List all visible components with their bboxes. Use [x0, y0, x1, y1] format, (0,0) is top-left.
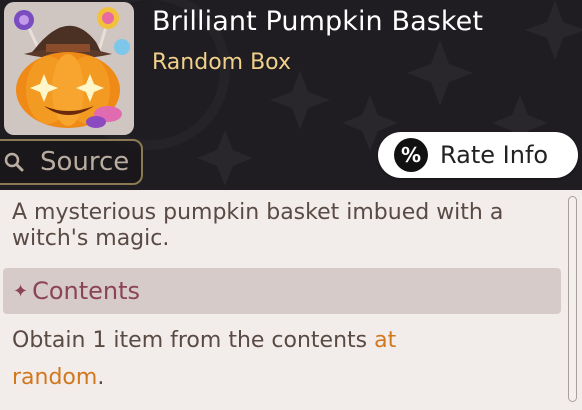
contents-text: Obtain 1 item from the contents: [12, 328, 375, 353]
contents-section-header: ✦ Contents: [3, 268, 561, 314]
item-description: A mysterious pumpkin basket imbued with …: [12, 200, 504, 251]
item-details-panel: A mysterious pumpkin basket imbued with …: [0, 190, 582, 410]
pumpkin-basket-icon: [14, 7, 130, 128]
item-type: Random Box: [152, 50, 291, 75]
source-label: Source: [40, 147, 130, 177]
item-header: Brilliant Pumpkin Basket Random Box Sour…: [0, 0, 582, 190]
contents-text-end: .: [97, 365, 105, 390]
percent-icon: %: [394, 138, 428, 172]
scrollbar[interactable]: [568, 196, 577, 402]
contents-description: Obtain 1 item from the contents at rando…: [12, 322, 462, 396]
source-button[interactable]: Source: [0, 139, 143, 185]
item-icon-frame: [4, 2, 134, 135]
rate-info-label: Rate Info: [440, 141, 549, 169]
search-icon: [0, 142, 34, 182]
rate-info-button[interactable]: % Rate Info: [378, 132, 578, 178]
sparkle-icon: ✦: [13, 280, 29, 302]
item-title: Brilliant Pumpkin Basket: [152, 6, 484, 37]
contents-heading: Contents: [32, 277, 141, 305]
